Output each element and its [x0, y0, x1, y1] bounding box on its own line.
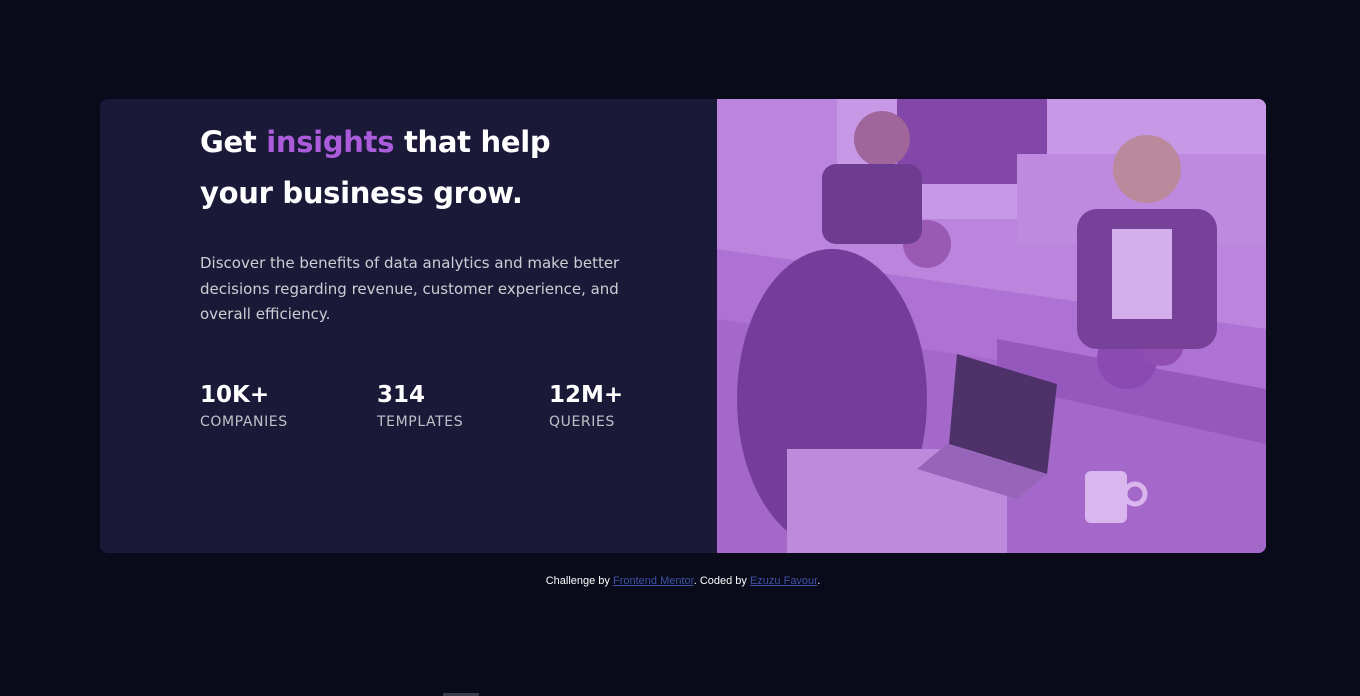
headline-accent: insights	[266, 125, 395, 159]
attribution: Challenge by Frontend Mentor. Coded by E…	[0, 575, 1360, 587]
stats-preview-card: Get insights that help your business gro…	[100, 99, 1266, 553]
attribution-suffix: .	[817, 575, 821, 587]
office-photo-image	[717, 99, 1266, 553]
stat-value: 10K+	[200, 382, 270, 408]
attribution-middle: . Coded by	[693, 575, 750, 587]
stat-queries: 12M+ queries	[549, 379, 623, 430]
stat-templates: 314 templates	[377, 379, 463, 430]
frontend-mentor-link[interactable]: Frontend Mentor	[613, 575, 694, 587]
stat-label: queries	[549, 414, 615, 430]
author-link[interactable]: Ezuzu Favour	[750, 575, 817, 587]
headline-start: Get	[200, 125, 267, 159]
stats-row: 10K+ companies 314 templates 12M+ querie…	[200, 379, 640, 449]
description: Discover the benefits of data analytics …	[200, 254, 620, 323]
page: Get insights that help your business gro…	[0, 0, 1360, 696]
header-image	[717, 99, 1266, 553]
stat-companies: 10K+ companies	[200, 379, 288, 430]
attribution-prefix: Challenge by	[545, 575, 613, 587]
stat-value: 314	[377, 382, 426, 408]
stat-value: 12M+	[549, 382, 624, 408]
headline: Get insights that help your business gro…	[200, 117, 620, 219]
stat-label: companies	[200, 414, 288, 430]
card-text-section: Get insights that help your business gro…	[100, 99, 717, 553]
stat-label: templates	[377, 414, 464, 430]
